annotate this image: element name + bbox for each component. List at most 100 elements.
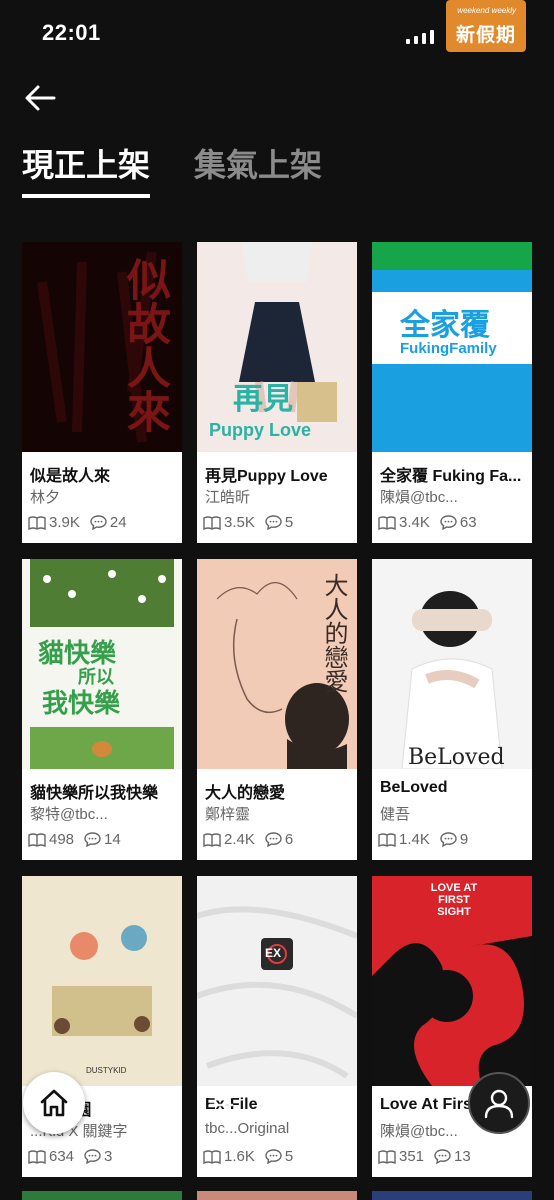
cover-text: 大人的戀愛 — [320, 573, 348, 693]
comment-count: 14 — [104, 831, 121, 848]
book-cover: LOVE AT FIRST SIGHT — [372, 876, 532, 1086]
book-cover: 大人的戀愛 — [197, 559, 357, 769]
cover-text: 再見 — [233, 383, 293, 416]
comment-icon — [84, 1149, 101, 1164]
book-card[interactable]: 全家覆 FukingFamily 全家覆 Fuking Fa... 陳熉@tbc… — [372, 242, 532, 543]
tab-now-available[interactable]: 現正上架 — [22, 140, 151, 198]
book-title: 大人的戀愛 — [205, 785, 286, 802]
book-card[interactable]: 再見 Puppy Love 再見Puppy Love 江皓昕 3.5K 5 — [197, 242, 357, 543]
book-author: 黎特@tbc... — [30, 806, 108, 823]
book-open-icon — [203, 515, 221, 530]
status-time: 22:01 — [42, 20, 101, 45]
cover-subtext: Puppy Love — [209, 420, 312, 440]
status-bar: 22:01 weekend weekly 新假期 — [0, 0, 554, 64]
cover-text: EX — [265, 946, 282, 960]
search-button[interactable] — [130, 1088, 162, 1125]
search-icon — [132, 1090, 161, 1119]
book-stats: 2.4K 6 — [203, 831, 299, 848]
book-author: 林夕 — [30, 489, 61, 506]
cover-subtext-2: 我快樂 — [42, 688, 121, 718]
back-button[interactable] — [22, 80, 58, 116]
book-card[interactable]: BeLoved BeLoved 健吾 1.4K 9 — [372, 559, 532, 860]
book-card[interactable]: EX Ex-File tbc...Original 1.6K 5 — [197, 876, 357, 1177]
comment-count: 3 — [104, 1148, 113, 1165]
read-count: 2.4K — [224, 831, 255, 848]
book-open-icon — [203, 1149, 221, 1164]
book-stats: 1.4K 9 — [378, 831, 474, 848]
read-count: 498 — [49, 831, 75, 848]
book-author: 陳熉@tbc... — [380, 489, 458, 506]
tab-crowdfunding[interactable]: 集氣上架 — [194, 140, 322, 198]
arrow-left-icon — [25, 85, 56, 111]
comment-count: 13 — [454, 1148, 471, 1165]
book-cover: 貓快樂 所以 我快樂 — [22, 559, 182, 769]
book-stats: 3.5K 5 — [203, 514, 299, 531]
book-stats: 1.6K 5 — [203, 1148, 299, 1165]
read-count: 3.5K — [224, 514, 255, 531]
book-card[interactable]: 貓快樂 所以 我快樂 貓快樂所以我快樂 黎特@tbc... 498 14 — [22, 559, 182, 860]
book-open-icon — [28, 1149, 46, 1164]
cover-text: 全家覆 — [400, 309, 490, 342]
book-stats: 3.4K 63 — [378, 514, 483, 531]
cover-text: LOVE AT FIRST SIGHT — [430, 882, 478, 918]
home-button[interactable] — [23, 1072, 85, 1134]
signal-icon — [406, 30, 434, 44]
book-cover: EX — [197, 876, 357, 1086]
menu-button[interactable] — [208, 1094, 234, 1121]
book-grid: 似故人來 似是故人來 林夕 3.9K 24 再見 Puppy Love 再見Pu… — [22, 242, 532, 1177]
book-card[interactable]: 似故人來 似是故人來 林夕 3.9K 24 — [22, 242, 182, 543]
book-title: 貓快樂所以我快樂 — [30, 785, 159, 802]
logo-sub: weekend weekly — [457, 6, 516, 15]
watermark-logo: weekend weekly 新假期 — [446, 0, 526, 52]
read-count: 634 — [49, 1148, 75, 1165]
book-cover: BeLoved — [372, 559, 532, 769]
book-open-icon — [28, 515, 46, 530]
book-cover: 再見 Puppy Love — [197, 242, 357, 452]
book-title: 似是故人來 — [30, 468, 111, 485]
read-count: 351 — [399, 1148, 425, 1165]
book-author: 健吾 — [380, 806, 411, 823]
book-stats: 3.9K 24 — [28, 514, 133, 531]
book-open-icon — [378, 1149, 396, 1164]
profile-button[interactable] — [468, 1072, 530, 1134]
book-stats: 351 13 — [378, 1148, 477, 1165]
book-title: 全家覆 Fuking Fa... — [380, 468, 522, 485]
book-title: 再見Puppy Love — [205, 468, 328, 485]
book-cover: DUSTYKID — [22, 876, 182, 1086]
read-count: 1.4K — [399, 831, 430, 848]
comment-count: 9 — [459, 831, 469, 848]
book-open-icon — [203, 832, 221, 847]
book-open-icon — [378, 515, 396, 530]
book-open-icon — [378, 832, 396, 847]
read-count: 1.6K — [224, 1148, 255, 1165]
comment-count: 5 — [284, 1148, 294, 1165]
comment-icon — [90, 515, 107, 530]
cover-text: BeLoved — [408, 745, 505, 769]
cover-text: DUSTYKID — [86, 1066, 127, 1075]
comment-icon — [434, 1149, 451, 1164]
comment-count: 24 — [109, 514, 127, 531]
book-open-icon — [28, 832, 46, 847]
comment-icon — [265, 515, 282, 530]
comment-icon — [440, 515, 457, 530]
comment-count: 63 — [459, 514, 477, 531]
comment-count: 6 — [284, 831, 294, 848]
read-count: 3.4K — [399, 514, 430, 531]
book-title: BeLoved — [380, 779, 448, 796]
cover-subtext: FukingFamily — [400, 340, 497, 357]
home-icon — [40, 1089, 68, 1117]
book-stats: 634 3 — [28, 1148, 118, 1165]
cover-text: 似故人來 — [119, 257, 170, 433]
book-card[interactable]: 大人的戀愛 大人的戀愛 鄭梓靈 2.4K 6 — [197, 559, 357, 860]
book-author: tbc...Original — [205, 1120, 290, 1137]
comment-icon — [440, 832, 457, 847]
read-count: 3.9K — [49, 514, 80, 531]
tab-bar: 現正上架 集氣上架 — [22, 140, 322, 198]
comment-icon — [265, 832, 282, 847]
profile-icon — [484, 1089, 514, 1119]
book-stats: 498 14 — [28, 831, 127, 848]
book-cover: 全家覆 FukingFamily — [372, 242, 532, 452]
book-author: 鄭梓靈 — [205, 806, 251, 823]
menu-icon — [208, 1095, 234, 1115]
comment-count: 5 — [284, 514, 294, 531]
